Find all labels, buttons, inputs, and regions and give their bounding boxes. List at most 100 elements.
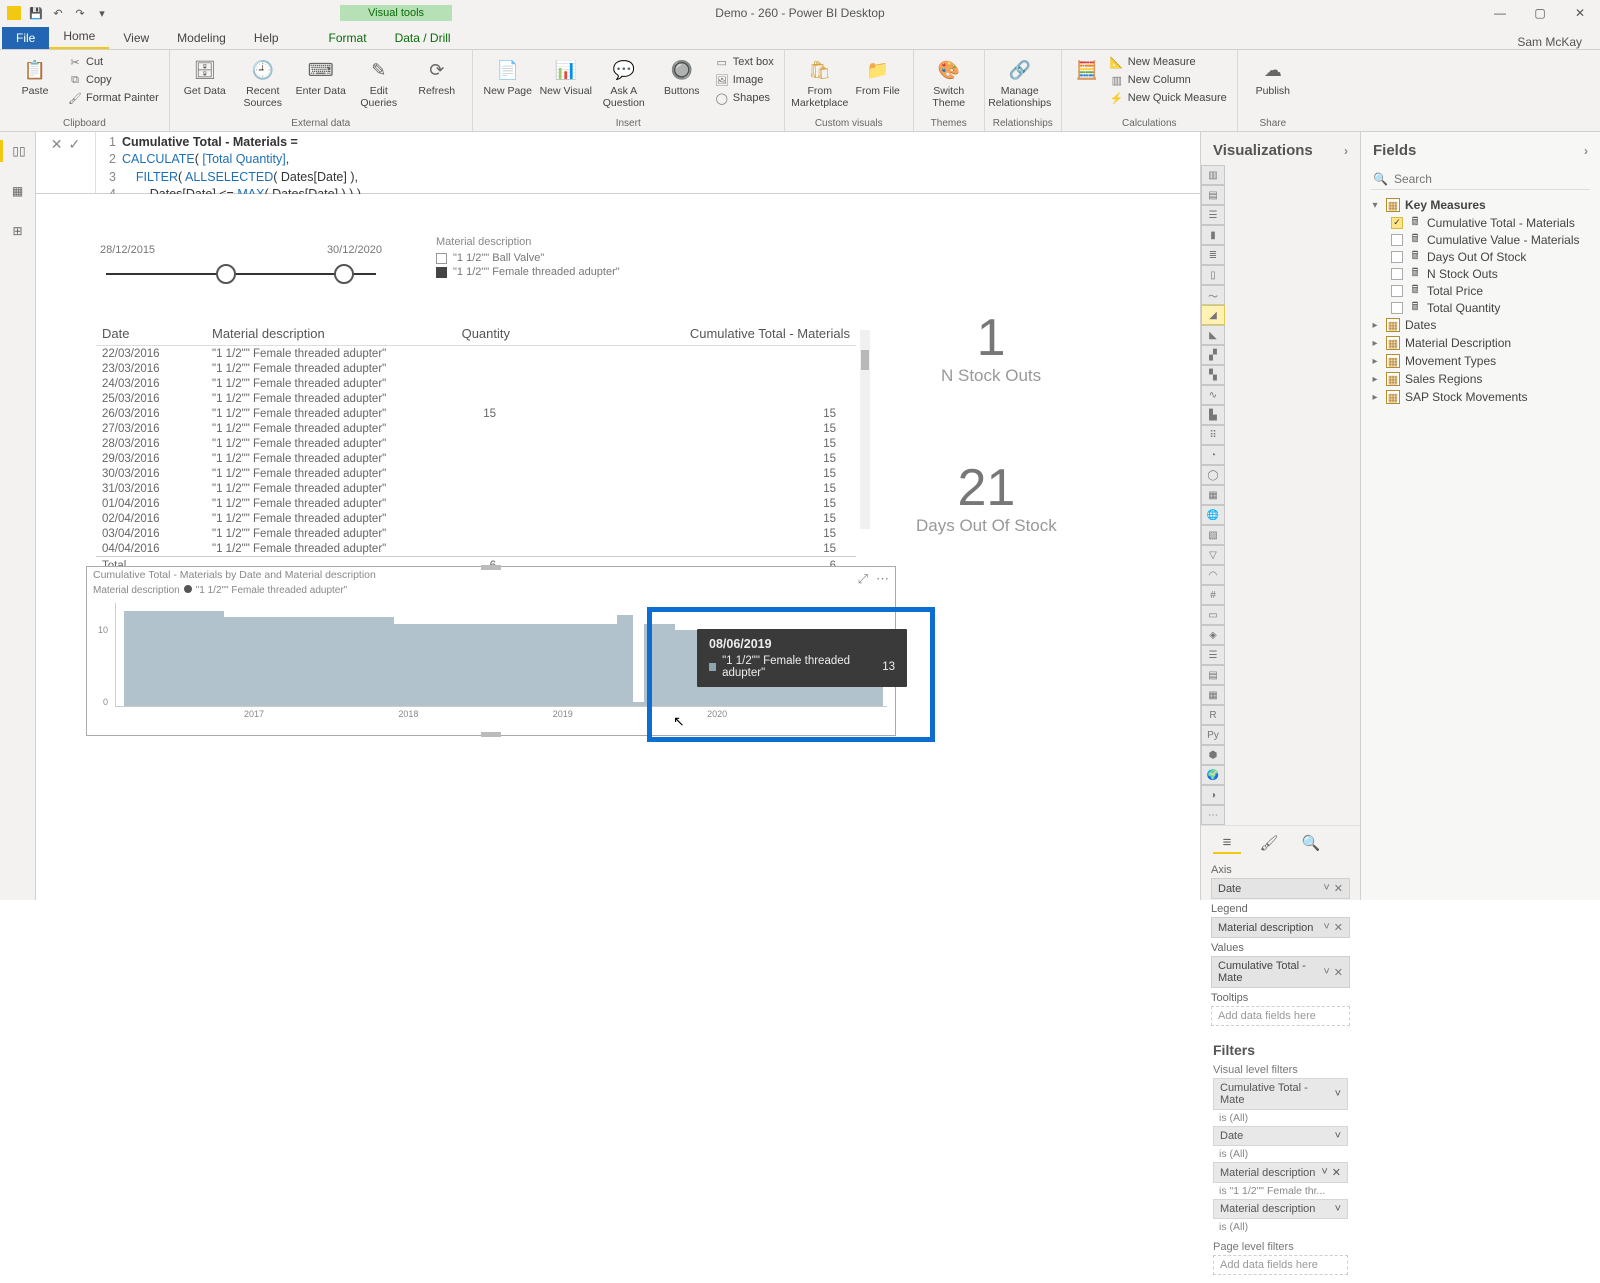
field-measure[interactable]: 🖩Total Quantity bbox=[1391, 299, 1594, 316]
help-tab[interactable]: Help bbox=[240, 27, 293, 49]
data-view-icon[interactable]: ▦ bbox=[7, 180, 29, 202]
card-stockouts[interactable]: 1 N Stock Outs bbox=[941, 312, 1041, 386]
new-page-button[interactable]: 📄New Page bbox=[481, 52, 535, 98]
get-data-button[interactable]: 🗄Get Data bbox=[178, 52, 232, 98]
tooltips-drop[interactable]: Add data fields here bbox=[1211, 1006, 1350, 1026]
formula-bar[interactable]: ✕ ✓ 1Cumulative Total - Materials = 2CAL… bbox=[36, 132, 1360, 194]
enter-data-button[interactable]: ⌨Enter Data bbox=[294, 52, 348, 98]
viz-100-bar[interactable]: ≣ bbox=[1201, 245, 1225, 265]
report-view-icon[interactable]: ▯▯ bbox=[0, 140, 35, 162]
new-quick-measure-button[interactable]: ⚡New Quick Measure bbox=[1108, 90, 1229, 106]
expand-icon[interactable]: ▸ bbox=[1369, 392, 1381, 403]
new-measure-button[interactable]: 📐New Measure bbox=[1108, 54, 1229, 70]
viz-more[interactable]: ⋯ bbox=[1201, 805, 1225, 825]
chevron-down-icon[interactable]: ˅ bbox=[1321, 1166, 1327, 1179]
chevron-down-icon[interactable]: ˅ bbox=[1323, 882, 1329, 895]
viz-table[interactable]: ▤ bbox=[1201, 665, 1225, 685]
viz-clustered-bar[interactable]: ☰ bbox=[1201, 205, 1225, 225]
viz-stacked-column[interactable]: ▤ bbox=[1201, 185, 1225, 205]
collapse-viz-icon[interactable]: › bbox=[1344, 144, 1348, 158]
remove-field-icon[interactable]: ✕ bbox=[1334, 882, 1343, 895]
table-row[interactable]: 22/03/2016"1 1/2"" Female threaded adupt… bbox=[96, 346, 856, 362]
table-node[interactable]: ▸▦SAP Stock Movements bbox=[1367, 388, 1594, 406]
checkbox-icon[interactable] bbox=[1391, 217, 1403, 229]
cut-button[interactable]: ✂Cut bbox=[66, 54, 161, 70]
viz-py[interactable]: Py bbox=[1201, 725, 1225, 745]
paste-button[interactable]: 📋Paste bbox=[8, 52, 62, 98]
legend-item-1[interactable]: "1 1/2"" Ball Valve" bbox=[453, 252, 544, 264]
viz-card[interactable]: # bbox=[1201, 585, 1225, 605]
buttons-button[interactable]: 🔘Buttons bbox=[655, 52, 709, 98]
table-scrollbar[interactable] bbox=[860, 330, 870, 529]
col-cum[interactable]: Cumulative Total - Materials bbox=[516, 322, 856, 346]
axis-field[interactable]: Date˅✕ bbox=[1211, 878, 1350, 899]
collapse-icon[interactable]: ▾ bbox=[1369, 200, 1381, 211]
viz-waterfall[interactable]: ▙ bbox=[1201, 405, 1225, 425]
expand-icon[interactable]: ▸ bbox=[1369, 374, 1381, 385]
table-row[interactable]: 31/03/2016"1 1/2"" Female threaded adupt… bbox=[96, 481, 856, 496]
checkbox-checked-icon[interactable] bbox=[436, 267, 447, 278]
copy-button[interactable]: ⧉Copy bbox=[66, 72, 161, 88]
model-view-icon[interactable]: ⊞ bbox=[7, 220, 29, 242]
card-daysout[interactable]: 21 Days Out Of Stock bbox=[916, 462, 1057, 536]
area-chart-visual[interactable]: Cumulative Total - Materials by Date and… bbox=[86, 566, 896, 736]
table-row[interactable]: 02/04/2016"1 1/2"" Female threaded adupt… bbox=[96, 511, 856, 526]
collapse-fields-icon[interactable]: › bbox=[1584, 144, 1588, 158]
modeling-tab[interactable]: Modeling bbox=[163, 27, 240, 49]
focus-mode-icon[interactable]: ⤢ bbox=[858, 571, 868, 587]
commit-formula-icon[interactable]: ✓ bbox=[69, 136, 81, 153]
chart-handle-top[interactable] bbox=[481, 565, 501, 570]
field-measure[interactable]: 🖩Total Price bbox=[1391, 282, 1594, 299]
table-row[interactable]: 24/03/2016"1 1/2"" Female threaded adupt… bbox=[96, 376, 856, 391]
table-node[interactable]: ▸▦Dates bbox=[1367, 316, 1594, 334]
col-desc[interactable]: Material description bbox=[206, 322, 426, 346]
format-tab[interactable]: Format bbox=[315, 27, 381, 49]
home-tab[interactable]: Home bbox=[49, 25, 109, 49]
manage-relationships-button[interactable]: 🔗Manage Relationships bbox=[993, 52, 1047, 109]
qat-dropdown-icon[interactable]: ▾ bbox=[94, 5, 110, 21]
viz-funnel[interactable]: ▽ bbox=[1201, 545, 1225, 565]
maximize-button[interactable]: ▢ bbox=[1520, 0, 1560, 26]
viz-donut[interactable]: ◯ bbox=[1201, 465, 1225, 485]
table-key-measures[interactable]: ▾ ▦ Key Measures bbox=[1367, 196, 1594, 214]
analytics-tab-icon[interactable]: 🔍 bbox=[1297, 832, 1325, 854]
table-row[interactable]: 23/03/2016"1 1/2"" Female threaded adupt… bbox=[96, 361, 856, 376]
checkbox-unchecked-icon[interactable] bbox=[436, 253, 447, 264]
shapes-button[interactable]: ◯Shapes bbox=[713, 90, 776, 106]
chevron-down-icon[interactable]: ˅ bbox=[1335, 1130, 1341, 1142]
ask-question-button[interactable]: 💬Ask A Question bbox=[597, 52, 651, 109]
table-visual[interactable]: Date Material description Quantity Cumul… bbox=[96, 322, 856, 547]
chart-handle-bottom[interactable] bbox=[481, 732, 501, 737]
col-date[interactable]: Date bbox=[96, 322, 206, 346]
chevron-down-icon[interactable]: ˅ bbox=[1335, 1203, 1341, 1215]
textbox-button[interactable]: ▭Text box bbox=[713, 54, 776, 70]
table-node[interactable]: ▸▦Movement Types bbox=[1367, 352, 1594, 370]
table-row[interactable]: 26/03/2016"1 1/2"" Female threaded adupt… bbox=[96, 406, 856, 421]
recent-sources-button[interactable]: 🕘Recent Sources bbox=[236, 52, 290, 109]
switch-theme-button[interactable]: 🎨Switch Theme bbox=[922, 52, 976, 109]
viz-gauge[interactable]: ◠ bbox=[1201, 565, 1225, 585]
table-row[interactable]: 25/03/2016"1 1/2"" Female threaded adupt… bbox=[96, 391, 856, 406]
view-tab[interactable]: View bbox=[109, 27, 163, 49]
viz-100-column[interactable]: ▯ bbox=[1201, 265, 1225, 285]
values-field[interactable]: Cumulative Total - Mate˅✕ bbox=[1211, 956, 1350, 988]
viz-treemap[interactable]: ▦ bbox=[1201, 485, 1225, 505]
col-qty[interactable]: Quantity bbox=[426, 322, 516, 346]
checkbox-icon[interactable] bbox=[1391, 268, 1403, 280]
filter-material-2[interactable]: Material description˅ bbox=[1213, 1199, 1348, 1219]
viz-shape[interactable]: ◑ bbox=[1201, 785, 1225, 805]
table-row[interactable]: 04/04/2016"1 1/2"" Female threaded adupt… bbox=[96, 541, 856, 557]
viz-stacked-bar[interactable]: ▥ bbox=[1201, 165, 1225, 185]
search-input[interactable] bbox=[1394, 172, 1588, 186]
undo-icon[interactable]: ↶ bbox=[50, 5, 66, 21]
viz-line[interactable]: 〜 bbox=[1201, 285, 1225, 305]
table-row[interactable]: 27/03/2016"1 1/2"" Female threaded adupt… bbox=[96, 421, 856, 436]
chevron-down-icon[interactable]: ˅ bbox=[1323, 921, 1329, 934]
table-row[interactable]: 03/04/2016"1 1/2"" Female threaded adupt… bbox=[96, 526, 856, 541]
chevron-down-icon[interactable]: ˅ bbox=[1335, 1088, 1341, 1100]
refresh-button[interactable]: ⟳Refresh bbox=[410, 52, 464, 98]
redo-icon[interactable]: ↷ bbox=[72, 5, 88, 21]
viz-slicer[interactable]: ☰ bbox=[1201, 645, 1225, 665]
table-row[interactable]: 01/04/2016"1 1/2"" Female threaded adupt… bbox=[96, 496, 856, 511]
checkbox-icon[interactable] bbox=[1391, 285, 1403, 297]
